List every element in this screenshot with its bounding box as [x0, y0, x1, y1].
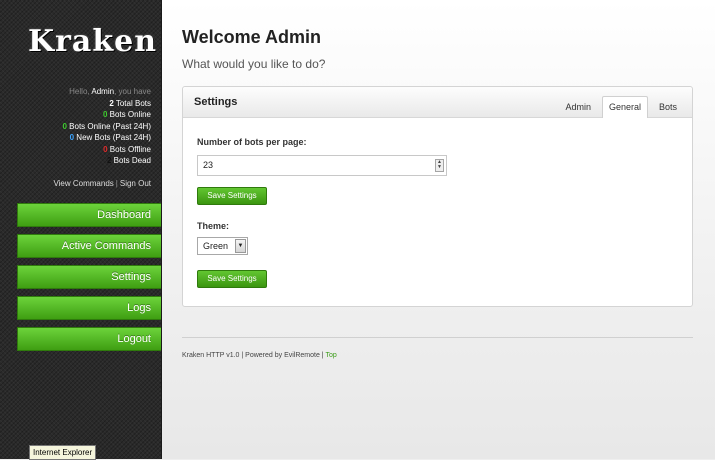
- nav-dashboard-button[interactable]: Dashboard: [17, 203, 161, 227]
- page-title: Welcome Admin: [182, 27, 322, 47]
- tab-general[interactable]: General: [601, 96, 648, 118]
- theme-select[interactable]: Green ▼: [197, 237, 248, 255]
- page-subtitle: What would you like to do?: [182, 57, 326, 71]
- panel-title: Settings: [194, 96, 238, 108]
- stat-total-bots: 2 Total Bots: [109, 98, 151, 108]
- bots-per-page-label: Number of bots per page:: [197, 137, 307, 147]
- nav-active-commands-button[interactable]: Active Commands: [17, 234, 161, 258]
- bots-per-page-input[interactable]: 23 ▲ ▼: [197, 155, 447, 176]
- nav-logs-button[interactable]: Logs: [17, 296, 161, 320]
- spinner-down-icon[interactable]: ▼: [436, 165, 443, 170]
- sidebar: Kraken Hello, Admin, you have 2 Total Bo…: [0, 0, 162, 460]
- stat-bots-offline: 0 Bots Offline: [103, 144, 151, 154]
- footer: Kraken HTTP v1.0 | Powered by EvilRemote…: [182, 352, 337, 359]
- top-link[interactable]: Top: [325, 352, 336, 359]
- main-content: Welcome Admin What would you like to do?…: [162, 0, 715, 459]
- settings-tabs: Admin General Bots: [554, 96, 684, 118]
- stat-bots-online: 0 Bots Online: [102, 110, 151, 119]
- nav-settings-button[interactable]: Settings: [17, 265, 161, 289]
- nav-logout-button[interactable]: Logout: [17, 327, 161, 351]
- save-theme-button[interactable]: Save Settings: [197, 270, 267, 288]
- footer-divider: [182, 337, 693, 338]
- stat-bots-online-24h: 0 Bots Online (Past 24H): [62, 121, 152, 131]
- bot-stats: Hello, Admin, you have 2 Total Bots 0 Bo…: [63, 86, 152, 167]
- settings-panel: Settings Admin General Bots Number of bo…: [182, 86, 693, 307]
- account-links: View Commands | Sign Out: [53, 179, 151, 188]
- stat-bots-dead: 2 Bots Dead: [106, 156, 151, 165]
- user-name: Admin: [91, 87, 115, 96]
- spinner-control[interactable]: ▲ ▼: [435, 159, 444, 172]
- dropdown-arrow-icon[interactable]: ▼: [235, 239, 246, 253]
- kraken-logo: Kraken: [28, 24, 158, 59]
- stat-new-bots-24h: 0 New Bots (Past 24H): [69, 133, 151, 142]
- greeting: Hello, Admin, you have: [69, 87, 151, 96]
- theme-label: Theme:: [197, 221, 230, 231]
- panel-header: Settings Admin General Bots: [183, 87, 692, 118]
- tab-bots[interactable]: Bots: [652, 96, 684, 117]
- browser-tooltip: Internet Explorer: [29, 445, 97, 460]
- sidebar-nav: Dashboard Active Commands Settings Logs …: [17, 203, 161, 358]
- view-commands-link[interactable]: View Commands: [53, 179, 113, 188]
- sign-out-link[interactable]: Sign Out: [120, 179, 151, 188]
- tab-admin[interactable]: Admin: [558, 96, 598, 117]
- save-settings-button[interactable]: Save Settings: [197, 187, 267, 205]
